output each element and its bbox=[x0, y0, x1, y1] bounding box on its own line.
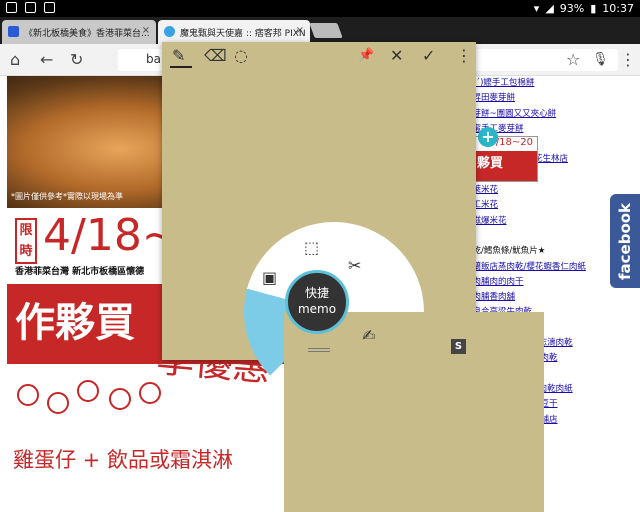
link-item[interactable]: 蓬萊米花 bbox=[464, 183, 614, 198]
scissors-icon[interactable]: ✂ bbox=[348, 256, 361, 275]
link-item[interactable]: 麥芽餅~團圓又又夾心餅 bbox=[464, 107, 614, 122]
status-notification-icons bbox=[6, 2, 55, 13]
link-item[interactable]: (ㄚˊ)嬤手工包棉餅 bbox=[464, 76, 614, 91]
promo-title: 作夥買 bbox=[15, 300, 135, 346]
link-item[interactable]: 百肉脯香肉舖 bbox=[464, 290, 614, 305]
tab-favicon-icon bbox=[164, 26, 175, 37]
address-text: ba bbox=[146, 52, 161, 66]
tab-favicon-icon bbox=[8, 26, 19, 37]
kid-figure bbox=[47, 392, 69, 414]
add-clip-button[interactable]: + bbox=[478, 127, 498, 147]
section-heading: 肉乾/鱈魚條/魷魚片★ bbox=[464, 246, 546, 257]
clock: 10:37 bbox=[602, 2, 634, 15]
battery-percent: 93% bbox=[559, 2, 585, 15]
image-capture-icon[interactable]: ▣ bbox=[262, 268, 277, 287]
pen-selected-indicator bbox=[170, 66, 192, 68]
reload-icon[interactable]: ↻ bbox=[70, 50, 83, 69]
resize-handle[interactable] bbox=[308, 348, 330, 352]
mic-icon[interactable]: 🎙 bbox=[592, 52, 609, 67]
quick-memo-center-button[interactable]: 快捷 memo bbox=[285, 270, 349, 334]
store-address: 香港菲菜台灣 新北市板橋區懷德 bbox=[15, 267, 145, 277]
center-label-line2: memo bbox=[297, 302, 337, 316]
back-icon[interactable]: ← bbox=[40, 50, 53, 69]
close-icon[interactable]: ✕ bbox=[390, 46, 403, 65]
limited-char: 限 bbox=[19, 223, 33, 238]
s-pen-icon[interactable]: S bbox=[451, 339, 466, 354]
status-right: ▾ ◢ 93% ▮ 10:37 bbox=[534, 2, 634, 15]
center-label-line1: 快捷 bbox=[304, 286, 329, 300]
link-item[interactable]: 梨昇田麥芽餅 bbox=[464, 91, 614, 106]
kid-figure bbox=[109, 388, 131, 410]
photo-caption: *圖片僅供參考*實際以現場為準 bbox=[11, 192, 123, 201]
more-icon[interactable]: ⋮ bbox=[456, 46, 472, 65]
kid-figure bbox=[139, 382, 161, 404]
link-spacer bbox=[464, 229, 614, 244]
new-tab-button[interactable] bbox=[309, 23, 343, 38]
link-item[interactable]: 手工米花 bbox=[464, 198, 614, 213]
wifi-icon: ▾ bbox=[533, 2, 540, 15]
star-icon[interactable]: ☆ bbox=[566, 50, 580, 69]
facebook-side-tab[interactable]: facebook bbox=[610, 194, 640, 288]
time-char: 時 bbox=[19, 244, 33, 259]
tab-close-icon[interactable]: × bbox=[296, 25, 304, 36]
lasso-icon[interactable]: ◌ bbox=[234, 46, 248, 65]
limited-time-box: 限 時 bbox=[15, 218, 37, 264]
link-item[interactable]: 卡滋爆米花 bbox=[464, 214, 614, 229]
kid-figure bbox=[17, 384, 39, 406]
link-item[interactable]: 珍肉脯肉的肉干 bbox=[464, 275, 614, 290]
facebook-label: facebook bbox=[616, 202, 634, 280]
preview-title: 夥買 bbox=[477, 156, 504, 171]
notification-icon bbox=[6, 2, 17, 13]
pin-icon[interactable]: 📌 bbox=[358, 48, 374, 63]
tab-close-icon[interactable]: × bbox=[142, 25, 150, 36]
signal-icon: ◢ bbox=[545, 2, 554, 15]
browser-tab-active[interactable]: 魔鬼甄與天使嘉 :: 痞客邦 PIXN × bbox=[158, 20, 310, 44]
kid-figure bbox=[77, 380, 99, 402]
kids-illustration bbox=[17, 374, 167, 434]
quick-memo-panel[interactable]: ✎ ⌫ ◌ 📌 ✕ ✓ ⋮ ⬚ ✂ ▣ ✍ 快捷 memo S bbox=[162, 42, 544, 512]
battery-icon: ▮ bbox=[590, 2, 597, 15]
tab-title: 《新北板橋美食》香港菲菜台... bbox=[24, 29, 150, 39]
promo-slogan: 雞蛋仔 + 飲品或霜淇淋 bbox=[13, 448, 233, 472]
browser-tab-strip: 《新北板橋美食》香港菲菜台... × 魔鬼甄與天使嘉 :: 痞客邦 PIXN × bbox=[0, 17, 640, 44]
crop-icon[interactable]: ⬚ bbox=[304, 238, 319, 257]
notification-icon bbox=[25, 2, 36, 13]
check-icon[interactable]: ✓ bbox=[422, 46, 435, 65]
home-icon[interactable]: ⌂ bbox=[10, 50, 20, 69]
pen-icon[interactable]: ✎ bbox=[172, 46, 185, 65]
menu-icon[interactable]: ⋮ bbox=[620, 50, 636, 69]
browser-tab[interactable]: 《新北板橋美食》香港菲菜台... × bbox=[2, 20, 156, 44]
link-item[interactable]: 芳蘭飯店蒸肉乾/櫻花蝦香仁肉紙 bbox=[464, 260, 614, 275]
tab-title: 魔鬼甄與天使嘉 :: 痞客邦 PIXN bbox=[180, 29, 306, 39]
write-on-screen-icon[interactable]: ✍ bbox=[362, 326, 375, 345]
notification-icon bbox=[44, 2, 55, 13]
eraser-icon[interactable]: ⌫ bbox=[204, 46, 227, 65]
action-wheel-cutout bbox=[284, 312, 544, 512]
memo-toolbar: ✎ ⌫ ◌ 📌 ✕ ✓ ⋮ bbox=[162, 42, 476, 72]
status-bar: ▾ ◢ 93% ▮ 10:37 bbox=[0, 0, 640, 17]
